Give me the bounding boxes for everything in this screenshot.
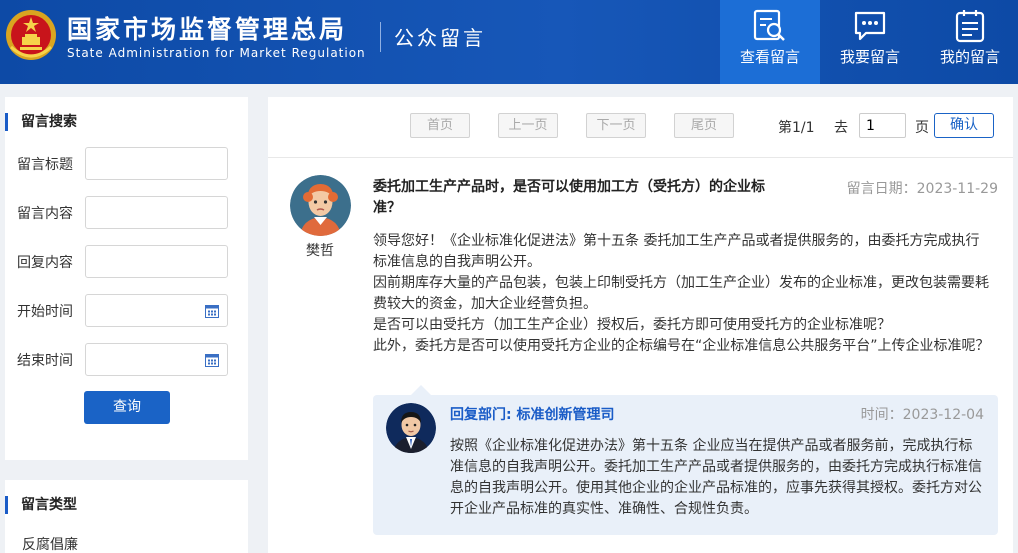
message-paragraph: 领导您好！《企业标准化促进法》第十五条 委托加工生产产品或者提供服务的，由委托方… [373, 233, 980, 270]
first-page-button[interactable]: 首页 [410, 113, 470, 138]
message-title[interactable]: 委托加工生产产品时，是否可以使用加工方（受托方）的企业标准？ [373, 177, 773, 219]
reply-avatar [386, 403, 436, 453]
nav-label: 我要留言 [839, 48, 900, 66]
message-paragraph: 此外，委托方是否可以使用受托方企业的企标编号在“企业标准信息公共服务平台”上传企… [373, 338, 990, 354]
reply-date: 时间：2023-12-04 [860, 407, 984, 423]
start-date-label: 开始时间 [17, 304, 73, 320]
page-suffix: 页 [915, 120, 929, 136]
nav-view-messages[interactable]: 查看留言 [720, 0, 820, 84]
last-page-button[interactable]: 尾页 [674, 113, 734, 138]
goto-label: 去 [834, 120, 848, 136]
user-avatar-icon [290, 175, 351, 236]
nav-my-messages[interactable]: 我的留言 [920, 0, 1018, 84]
reply-box: 回复部门: 标准创新管理司 时间：2023-12-04 按照《企业标准化促进办法… [373, 385, 998, 535]
title-input[interactable] [85, 147, 228, 180]
prev-page-button[interactable]: 上一页 [498, 113, 558, 138]
end-date-label: 结束时间 [17, 353, 73, 369]
calendar-icon[interactable] [205, 353, 219, 367]
query-button[interactable]: 查询 [84, 391, 170, 424]
search-panel: 留言搜索 留言标题 留言内容 回复内容 开始时间 结束时间 查询 [5, 97, 248, 460]
reply-body: 按照《企业标准化促进办法》第十五条 企业应当在提供产品或者服务前，完成执行标准信… [450, 438, 982, 517]
content-input[interactable] [85, 196, 228, 229]
goto-page-input[interactable] [859, 113, 906, 138]
site-header: 国家市场监督管理总局 State Administration for Mark… [0, 0, 1018, 84]
reply-input[interactable] [85, 245, 228, 278]
official-avatar-icon [386, 403, 436, 453]
calendar-icon[interactable] [205, 304, 219, 318]
message-body: 领导您好！《企业标准化促进法》第十五条 委托加工生产产品或者提供服务的，由委托方… [373, 231, 993, 357]
divider [268, 157, 1013, 158]
header-divider [380, 22, 381, 52]
message-date: 留言日期：2023-11-29 [846, 181, 998, 197]
start-date-input[interactable] [85, 294, 228, 327]
asker-avatar [290, 175, 351, 236]
nav-leave-message[interactable]: 我要留言 [820, 0, 920, 84]
nav-label: 查看留言 [739, 48, 800, 66]
chat-bubble-icon [854, 11, 886, 41]
section-title: 公众留言 [394, 26, 486, 50]
page-info: 第1/1 [778, 120, 815, 136]
message-paragraph: 因前期库存大量的产品包装，包装上印制受托方（加工生产企业）发布的企业标准，更改包… [373, 275, 989, 312]
reply-label: 回复内容 [17, 255, 73, 271]
type-panel: 留言类型 反腐倡廉 [5, 480, 248, 553]
reply-pointer [411, 385, 431, 395]
nav-label: 我的留言 [939, 48, 1000, 66]
national-emblem-icon [6, 10, 56, 60]
next-page-button[interactable]: 下一页 [586, 113, 646, 138]
title-label: 留言标题 [17, 157, 73, 173]
content-label: 留言内容 [17, 206, 73, 222]
clipboard-list-icon [955, 10, 985, 43]
site-subtitle: State Administration for Market Regulati… [67, 46, 366, 60]
message-paragraph: 是否可以由受托方（加工生产企业）授权后，委托方即可使用受托方的企业标准呢？ [373, 317, 891, 333]
asker-name: 樊哲 [306, 243, 334, 259]
message-list-panel: 首页 上一页 下一页 尾页 第1/1 去 页 确认 樊哲 委托加工生产产品时，是… [268, 97, 1013, 553]
confirm-button[interactable]: 确认 [934, 113, 994, 138]
end-date-input[interactable] [85, 343, 228, 376]
reply-department: 回复部门: 标准创新管理司 [450, 407, 615, 423]
site-title[interactable]: 国家市场监督管理总局 [67, 10, 347, 46]
search-document-icon [753, 9, 785, 41]
type-item-anticorruption[interactable]: 反腐倡廉 [22, 534, 78, 553]
search-panel-title: 留言搜索 [5, 113, 77, 131]
type-panel-title: 留言类型 [5, 496, 77, 514]
